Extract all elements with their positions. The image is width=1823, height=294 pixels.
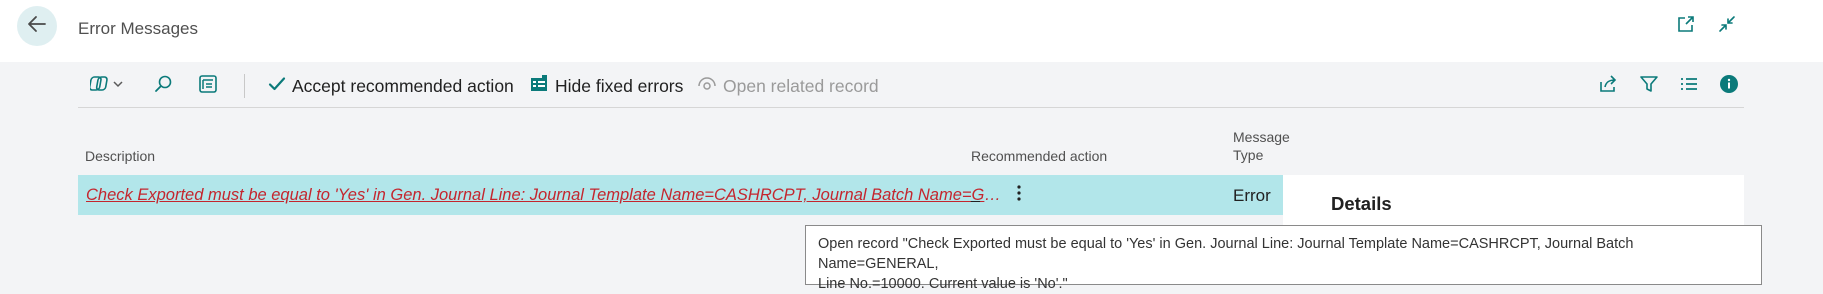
page-header: Error Messages [0,0,1823,62]
toolbar-separator [244,74,245,98]
collapse-button[interactable] [1717,14,1737,39]
tooltip-line1: Open record "Check Exported must be equa… [818,236,1634,272]
tooltip-line2: Line No.=10000. Current value is 'No'." [818,276,1068,292]
search-icon [154,74,180,99]
copilot-dropdown-icon [88,74,132,99]
row-message-type: Error [1233,186,1271,205]
details-title: Details [1331,193,1392,214]
more-options-icon [1017,184,1021,207]
row-description-link[interactable]: Check Exported must be equal to 'Yes' in… [86,186,1006,205]
hide-fixed-errors-button[interactable]: Hide fixed errors [529,66,683,106]
checkmark-icon [268,75,292,98]
hide-fixed-errors-label: Hide fixed errors [555,75,684,96]
accept-recommended-action-label: Accept recommended action [292,75,514,96]
filter-list-icon [529,74,555,99]
column-header-recommended-action[interactable]: Recommended action [971,147,1107,165]
edit-list-icon [198,74,224,99]
open-record-icon [697,74,723,99]
share-button[interactable] [1598,66,1624,106]
column-header-message-type[interactable]: Message Type [1233,128,1290,164]
accept-recommended-action-button[interactable]: Accept recommended action [268,66,514,106]
column-header-message-type-line1: Message [1233,129,1290,145]
search-button[interactable] [154,66,180,106]
open-related-record-label: Open related record [723,75,879,96]
edit-list-button[interactable] [198,66,224,106]
action-toolbar: Accept recommended action Hide fixed err… [78,66,1744,106]
list-view-icon [1679,74,1705,99]
row-recommended-action[interactable]: _ [971,186,980,204]
collapse-icon [1717,14,1737,39]
back-button[interactable] [17,6,57,46]
page-title: Error Messages [78,19,198,38]
open-in-new-window-button[interactable] [1676,14,1696,39]
filter-button[interactable] [1639,66,1665,106]
share-icon [1598,74,1624,99]
toolbar-divider [78,107,1744,108]
copilot-dropdown-button[interactable] [88,66,132,106]
open-related-record-button[interactable]: Open related record [697,66,879,106]
list-view-button[interactable] [1679,66,1705,106]
table-row[interactable]: Check Exported must be equal to 'Yes' in… [78,175,1283,215]
open-in-new-window-icon [1676,14,1696,39]
info-button[interactable] [1719,66,1745,106]
arrow-left-icon [26,13,48,40]
column-header-description[interactable]: Description [85,147,155,165]
filter-icon [1639,74,1665,99]
row-menu-button[interactable] [1012,183,1026,207]
info-icon [1719,74,1745,99]
column-header-message-type-line2: Type [1233,147,1264,163]
tooltip: Open record "Check Exported must be equa… [805,225,1762,292]
